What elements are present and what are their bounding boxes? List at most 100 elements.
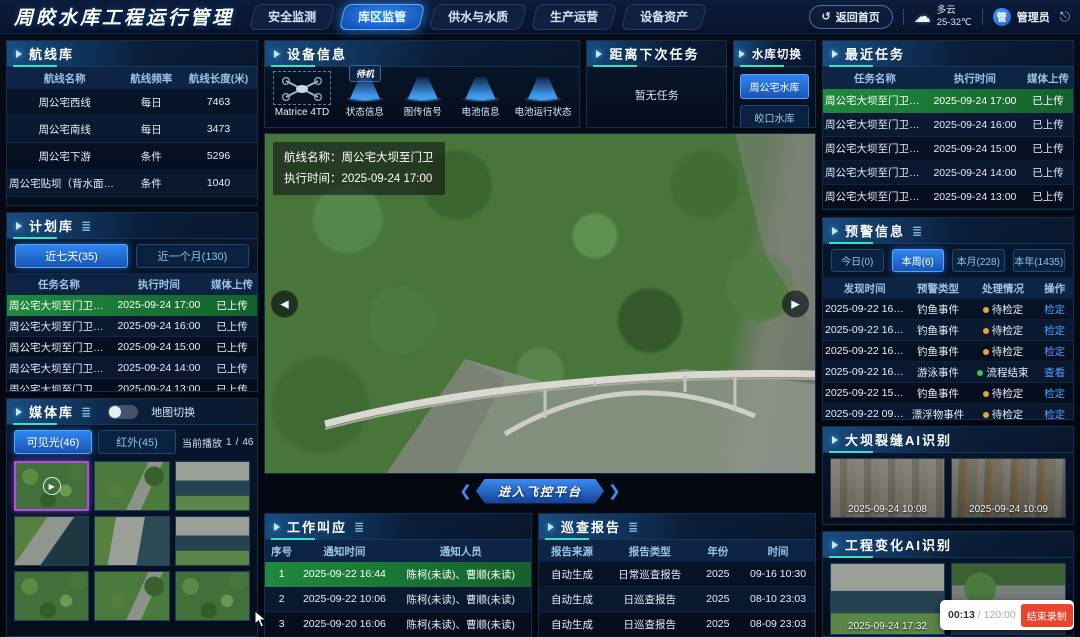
action-link[interactable]: 检定 <box>1036 407 1073 421</box>
table-row[interactable]: 2025-09-22 16:32钓鱼事件 待检定 检定 <box>823 299 1073 320</box>
panel-arrow-icon <box>274 50 280 58</box>
action-link[interactable]: 检定 <box>1036 344 1073 359</box>
media-tab-infrared[interactable]: 红外(45) <box>98 430 176 454</box>
playing-label: 当前播放 <box>182 435 222 450</box>
table-row[interactable]: 周公宅大坝裂缝任务2025-09-24 10:00已上传 <box>823 209 1073 210</box>
table-row[interactable]: 12025-09-22 16:44陈柯(未读)、曹顺(未读) <box>265 562 531 587</box>
table-row[interactable]: 周公宅贴坝（背水面左）条件931 <box>7 197 257 206</box>
hologram-icon <box>408 77 438 99</box>
table-row[interactable]: 周公宅西线每日7463 <box>7 89 257 116</box>
inspection-report-title: 巡查报告 <box>561 517 621 536</box>
table-row[interactable]: 周公宅大坝至门卫任务2025-09-24 17:00已上传 <box>7 295 257 316</box>
map-toggle[interactable] <box>108 405 138 419</box>
table-row[interactable]: 周公宅大坝至门卫任务2025-09-24 13:00已上传 <box>823 185 1073 209</box>
device-info-title: 设备信息 <box>287 44 347 63</box>
media-thumbnail[interactable] <box>94 571 169 621</box>
media-thumbnail[interactable] <box>94 516 169 566</box>
action-link[interactable]: 查看 <box>1036 365 1073 380</box>
device-signal-item[interactable]: 图传信号 <box>399 77 447 118</box>
panel-arrow-icon <box>739 50 745 58</box>
media-thumbnail[interactable] <box>94 461 169 511</box>
table-row[interactable]: 自动生成日巡查报告202508-10 23:03 <box>539 587 815 612</box>
map-toggle-label: 地图切换 <box>151 404 195 420</box>
tab-water-supply-quality[interactable]: 供水与水质 <box>429 4 527 30</box>
prev-video-button[interactable]: ◀ <box>271 290 298 317</box>
table-row[interactable]: 32025-09-20 16:06陈柯(未读)、曹顺(未读) <box>265 612 531 637</box>
enter-flight-control-button[interactable]: 进入飞控平台 <box>476 479 604 504</box>
table-row[interactable]: 周公宅下游条件5296 <box>7 143 257 170</box>
alert-tab-month[interactable]: 本月(228) <box>952 249 1005 272</box>
table-row[interactable]: 周公宅大坝至门卫任务2025-09-24 17:00已上传 <box>823 89 1073 113</box>
alert-tab-year[interactable]: 本年(1435) <box>1013 249 1066 272</box>
crack-thumbnail[interactable]: 2025-09-24 10:09 <box>951 458 1066 518</box>
inspection-report-table: 报告来源报告类型年份时间 自动生成日常巡查报告202509-16 10:30 自… <box>539 540 815 637</box>
table-row[interactable]: 2025-09-22 09:20漂浮物事件 待检定 检定 <box>823 404 1073 420</box>
table-row[interactable]: 22025-09-22 10:06陈柯(未读)、曹顺(未读) <box>265 587 531 612</box>
drone-video-feed[interactable]: 航线名称：周公宅大坝至门卫 执行时间：2025-09-24 17:00 ◀ ▶ <box>264 133 816 474</box>
table-row[interactable]: 周公宅大坝至门卫任务2025-09-24 15:00已上传 <box>7 337 257 358</box>
media-thumbnail[interactable] <box>14 516 89 566</box>
crack-thumbnail[interactable]: 2025-09-24 10:08 <box>830 458 945 518</box>
back-home-button[interactable]: ↺ 返回首页 <box>809 5 893 29</box>
device-battery-item[interactable]: 电池信息 <box>457 77 505 118</box>
table-row[interactable]: 周公宅大坝至门卫任务2025-09-24 16:00已上传 <box>7 316 257 337</box>
prev-media-icon[interactable]: ◀ <box>257 437 258 448</box>
list-icon: ≣ <box>912 224 922 238</box>
reservoir-button-jiaokou[interactable]: 皎口水库 <box>740 105 809 128</box>
thumbnail-timestamp: 2025-09-24 10:09 <box>952 504 1065 515</box>
device-status-item[interactable]: 待机 状态信息 <box>341 77 389 118</box>
avatar: 管 <box>993 8 1011 26</box>
record-total: 120:00 <box>984 609 1016 621</box>
next-task-title: 距离下次任务 <box>609 44 699 63</box>
user-chip[interactable]: 管 管理员 <box>993 8 1050 26</box>
tab-reservoir-supervision[interactable]: 库区监管 <box>339 4 425 30</box>
header-right: ↺ 返回首页 ☁ 多云 25-32℃ 管 管理员 ⎋ <box>809 5 1080 29</box>
logout-icon[interactable]: ⎋ <box>1060 9 1070 25</box>
tab-production-operation[interactable]: 生产运营 <box>531 4 617 30</box>
status-dot <box>983 307 989 313</box>
table-row[interactable]: 自动生成日常巡查报告202509-16 10:30 <box>539 562 815 587</box>
panel-arrow-icon <box>548 523 554 531</box>
media-thumbnail[interactable]: ▶ <box>14 461 89 511</box>
table-row[interactable]: 2025-09-22 15:33钓鱼事件 待检定 检定 <box>823 383 1073 404</box>
panel-arrow-icon <box>832 436 838 444</box>
panel-arrow-icon <box>16 50 22 58</box>
media-thumbnail[interactable] <box>175 461 250 511</box>
next-video-button[interactable]: ▶ <box>782 290 809 317</box>
recent-tasks-table: 任务名称执行时间媒体上传 周公宅大坝至门卫任务2025-09-24 17:00已… <box>823 67 1073 210</box>
plan-tab-1month[interactable]: 近一个月(130) <box>136 244 249 268</box>
alert-tab-today[interactable]: 今日(0) <box>831 249 884 272</box>
table-row[interactable]: 2025-09-22 16:32游泳事件 流程结束 查看 <box>823 362 1073 383</box>
table-row[interactable]: 周公宅南线每日3473 <box>7 116 257 143</box>
table-row[interactable]: 周公宅大坝至门卫任务2025-09-24 14:00已上传 <box>823 161 1073 185</box>
table-row[interactable]: 2025-09-22 16:32钓鱼事件 待检定 检定 <box>823 341 1073 362</box>
media-thumbnail[interactable] <box>175 516 250 566</box>
table-row[interactable]: 周公宅大坝至门卫任务2025-09-24 15:00已上传 <box>823 137 1073 161</box>
table-row[interactable]: 周公宅大坝至门卫任务2025-09-24 13:00已上传 <box>7 379 257 392</box>
thumbnail-timestamp: 2025-09-24 17:32 <box>831 621 944 632</box>
table-row[interactable]: 2025-09-22 16:32钓鱼事件 待检定 检定 <box>823 320 1073 341</box>
tab-safety-monitoring[interactable]: 安全监测 <box>249 4 335 30</box>
reservoir-button-zhougongzhai[interactable]: 周公宅水库 <box>740 74 809 99</box>
alert-tab-week[interactable]: 本周(6) <box>892 249 945 272</box>
cloud-icon: ☁ <box>914 7 931 27</box>
status-dot <box>977 370 983 376</box>
table-row[interactable]: 自动生成日巡查报告202508-09 23:03 <box>539 612 815 637</box>
user-name: 管理员 <box>1017 9 1050 25</box>
stop-record-button[interactable]: 结束录制 <box>1021 604 1073 627</box>
media-thumbnail[interactable] <box>14 571 89 621</box>
table-row[interactable]: 周公宅大坝至门卫任务2025-09-24 16:00已上传 <box>823 113 1073 137</box>
action-link[interactable]: 检定 <box>1036 386 1073 401</box>
change-thumbnail[interactable]: 2025-09-24 17:32 <box>830 563 945 635</box>
action-link[interactable]: 检定 <box>1036 323 1073 338</box>
list-icon: ≣ <box>81 405 91 419</box>
device-battery-status-item[interactable]: 电池运行状态 <box>514 77 571 118</box>
tab-equipment-assets[interactable]: 设备资产 <box>621 4 707 30</box>
media-tab-visible[interactable]: 可见光(46) <box>14 430 92 454</box>
reservoir-switch-panel: 水库切换 周公宅水库 皎口水库 <box>733 40 816 128</box>
table-row[interactable]: 周公宅贴坝（背水面右）条件1040 <box>7 170 257 197</box>
media-thumbnail[interactable] <box>175 571 250 621</box>
table-row[interactable]: 周公宅大坝至门卫任务2025-09-24 14:00已上传 <box>7 358 257 379</box>
action-link[interactable]: 检定 <box>1036 302 1073 317</box>
plan-tab-7days[interactable]: 近七天(35) <box>15 244 128 268</box>
